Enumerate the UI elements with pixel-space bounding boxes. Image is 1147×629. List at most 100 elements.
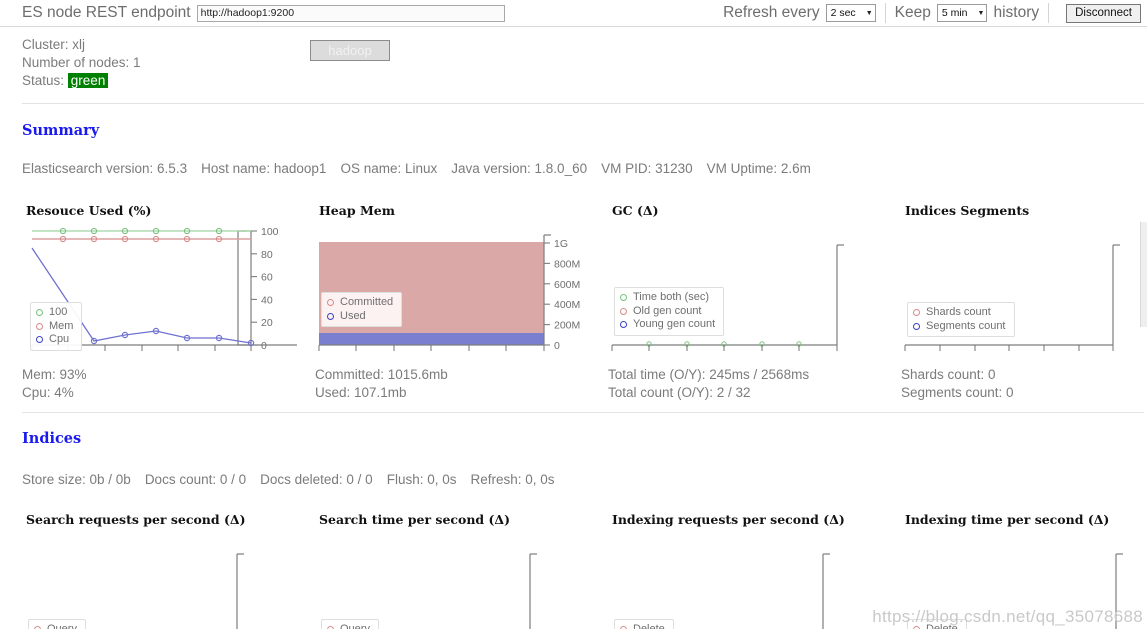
- chart-plot[interactable]: Delete: [608, 533, 883, 629]
- chart-title: Indexing requests per second (Δ): [612, 512, 845, 527]
- stat-used: Used: 107.1mb: [315, 385, 407, 400]
- y-tick-label: 80: [261, 249, 273, 261]
- chart-plot[interactable]: Query: [22, 533, 297, 629]
- legend-item: Time both (sec): [620, 291, 715, 305]
- chart-legend: Delete: [614, 619, 674, 629]
- chart-heap-mem: Heap Mem 1G 800M 600M 400M 200M 0 Commit…: [315, 203, 590, 363]
- chart-resource-used: Resouce Used (%) 100 80 60 40 20 0 100 M…: [22, 203, 297, 363]
- cluster-name-line: Cluster: xlj: [22, 37, 86, 52]
- chart-plot[interactable]: Query: [315, 533, 590, 629]
- divider: [22, 103, 1144, 104]
- legend-item: Delete: [620, 623, 665, 629]
- x-tick-label: :05: [423, 354, 438, 356]
- offscreen-chart-sliver: [1140, 222, 1147, 327]
- legend-dot-icon: [327, 312, 334, 320]
- y-tick-label: 40: [261, 294, 273, 306]
- docs-count: Docs count: 0 / 0: [144, 472, 247, 487]
- legend-label: Shards count: [926, 306, 991, 318]
- chart-title: Indexing time per second (Δ): [905, 512, 1110, 527]
- endpoint-label: ES node REST endpoint: [22, 4, 191, 21]
- indices-section-title: Indices: [22, 430, 82, 447]
- y-tick-label: 0: [554, 340, 560, 352]
- legend-dot-icon: [620, 307, 627, 315]
- y-tick-label: 200M: [554, 320, 580, 332]
- y-tick-label: 0: [261, 340, 267, 352]
- node-selector-hadoop[interactable]: hadoop: [310, 40, 390, 61]
- chart-plot[interactable]: Delete: [901, 533, 1147, 629]
- x-tick-label: :05: [134, 354, 149, 356]
- chart-search-time-per-second: Search time per second (Δ) Query: [315, 512, 590, 629]
- legend-item: Segments count: [913, 320, 1006, 334]
- refresh-label: Refresh every: [723, 4, 820, 21]
- resource-stats: Mem: 93% Cpu: 4%: [22, 366, 87, 402]
- os-name: OS name: Linux: [340, 161, 438, 176]
- legend-dot-icon: [36, 336, 43, 344]
- indices-meta-line: Store size: 0b / 0b Docs count: 0 / 0 Docs…: [22, 472, 569, 487]
- status-label: Status:: [22, 73, 65, 88]
- legend-dot-icon: [620, 294, 627, 302]
- chart-plot[interactable]: 02:22 :05 Time both (sec) Old gen count …: [608, 224, 883, 356]
- history-label: history: [993, 4, 1040, 21]
- toolbar-separator: [884, 3, 886, 23]
- node-count-line: Number of nodes: 1: [22, 55, 141, 70]
- chart-title: Search requests per second (Δ): [26, 512, 246, 527]
- chart-indexing-time-per-second: Indexing time per second (Δ) Delete: [901, 512, 1147, 629]
- legend-label: Cpu: [49, 333, 70, 345]
- cluster-info: Cluster: xlj Number of nodes: 1 Status: …: [22, 36, 141, 90]
- legend-label: Delete: [633, 623, 665, 629]
- y-tick-label: 1G: [554, 238, 568, 250]
- chart-title: Search time per second (Δ): [319, 512, 511, 527]
- chart-title: GC (Δ): [612, 203, 659, 218]
- legend-dot-icon: [36, 309, 43, 317]
- chart-legend: Shards count Segments count: [907, 302, 1015, 337]
- stat-gc-total-time: Total time (O/Y): 245ms / 2568ms: [608, 367, 810, 382]
- keep-history-value: 5 min: [941, 7, 968, 19]
- legend-label: Time both (sec): [633, 291, 710, 303]
- stat-committed: Committed: 1015.6mb: [315, 367, 448, 382]
- y-tick-label: 800M: [554, 258, 580, 270]
- keep-label: Keep: [894, 4, 931, 21]
- stat-segments-count: Segments count: 0: [901, 385, 1014, 400]
- chart-plot[interactable]: :50 :55 Shards count Segments count: [901, 224, 1147, 356]
- host-name: Host name: hadoop1: [201, 161, 327, 176]
- x-tick-label: :50: [965, 354, 980, 356]
- legend-item: Young gen count: [620, 318, 715, 332]
- store-size: Store size: 0b / 0b: [22, 472, 131, 487]
- vm-uptime: VM Uptime: 2.6m: [706, 161, 811, 176]
- chart-legend: Query: [28, 619, 86, 629]
- refresh-interval-select[interactable]: 2 sec ▼: [825, 4, 876, 22]
- chart-legend: Time both (sec) Old gen count Young gen …: [614, 287, 725, 336]
- keep-history-select[interactable]: 5 min ▼: [936, 4, 988, 22]
- chevron-down-icon: ▼: [977, 9, 985, 17]
- x-tick-label: :05: [716, 354, 731, 356]
- chart-search-requests-per-second: Search requests per second (Δ) Query: [22, 512, 297, 629]
- legend-label: Old gen count: [633, 304, 702, 317]
- chart-legend: Delete: [907, 619, 967, 629]
- legend-label: Segments count: [926, 319, 1006, 332]
- y-tick-label: 20: [261, 317, 273, 329]
- toolbar-right-group: Refresh every 2 sec ▼ Keep 5 min ▼ histo…: [723, 3, 1147, 23]
- summary-section-title: Summary: [22, 122, 100, 139]
- legend-item: Used: [327, 310, 393, 324]
- endpoint-input[interactable]: [196, 4, 505, 22]
- toolbar-separator: [1048, 3, 1050, 23]
- legend-item: Old gen count: [620, 305, 715, 319]
- cluster-status-line: Status: green: [22, 72, 141, 90]
- legend-dot-icon: [913, 322, 920, 330]
- status-badge: green: [67, 73, 109, 88]
- chart-plot[interactable]: 1G 800M 600M 400M 200M 0 02:22 :05 Commi: [315, 224, 590, 356]
- legend-dot-icon: [620, 321, 627, 329]
- legend-item: Delete: [913, 623, 958, 629]
- legend-label: Delete: [926, 623, 958, 629]
- vm-pid: VM PID: 31230: [601, 161, 693, 176]
- chart-plot[interactable]: 100 80 60 40 20 0 02:22 :05: [22, 224, 297, 356]
- legend-item: Query: [327, 623, 370, 629]
- chart-legend: 100 Mem Cpu: [30, 302, 83, 351]
- chart-legend: Committed Used: [321, 292, 403, 327]
- stat-gc-total-count: Total count (O/Y): 2 / 32: [608, 385, 751, 400]
- chart-title: Heap Mem: [319, 203, 395, 218]
- legend-item: 100: [36, 306, 73, 320]
- disconnect-button[interactable]: Disconnect: [1066, 3, 1141, 23]
- segments-stats: Shards count: 0 Segments count: 0: [901, 366, 1014, 402]
- y-tick-label: 60: [261, 272, 273, 284]
